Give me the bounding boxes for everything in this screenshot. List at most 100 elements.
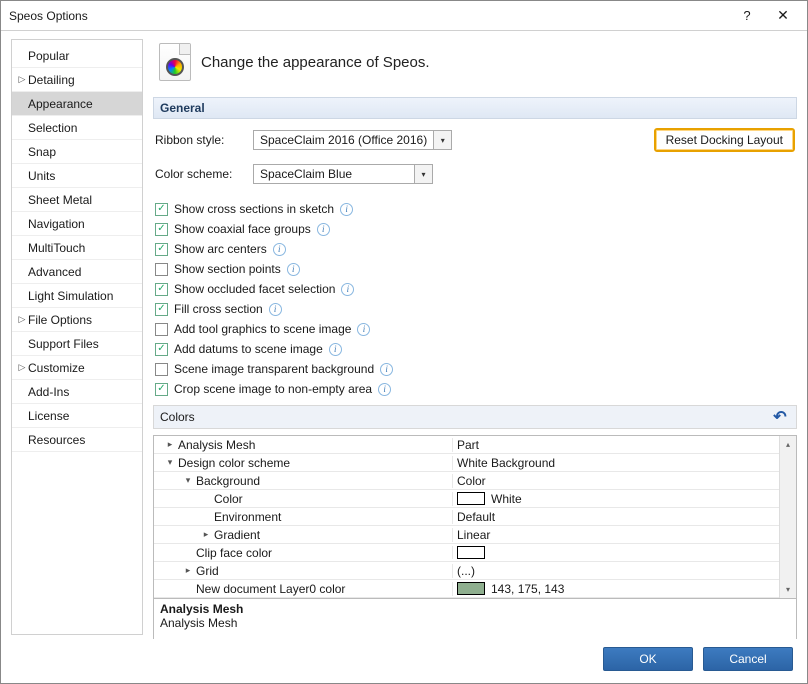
sidebar-item-units[interactable]: Units bbox=[12, 164, 142, 188]
property-row[interactable]: ▸GradientLinear bbox=[154, 526, 779, 544]
expand-down-icon[interactable]: ▾ bbox=[164, 457, 176, 469]
help-button[interactable]: ? bbox=[729, 2, 765, 30]
scroll-down-button[interactable]: ▾ bbox=[780, 581, 796, 598]
property-row[interactable]: Color White bbox=[154, 490, 779, 508]
checkbox[interactable] bbox=[155, 323, 168, 336]
scroll-track[interactable] bbox=[780, 453, 796, 581]
option-row: ✓Show coaxial face groupsi bbox=[153, 219, 797, 239]
checkbox[interactable]: ✓ bbox=[155, 383, 168, 396]
checkbox[interactable]: ✓ bbox=[155, 343, 168, 356]
info-icon[interactable]: i bbox=[341, 283, 354, 296]
ribbon-style-dropdown[interactable]: SpaceClaim 2016 (Office 2016) ▾ bbox=[253, 130, 452, 150]
page-header: Change the appearance of Speos. bbox=[153, 39, 797, 91]
info-icon[interactable]: i bbox=[380, 363, 393, 376]
color-scheme-dropdown-button[interactable]: ▾ bbox=[415, 164, 433, 184]
reset-docking-layout-button[interactable]: Reset Docking Layout bbox=[654, 128, 795, 152]
sidebar-item-light-simulation[interactable]: Light Simulation bbox=[12, 284, 142, 308]
color-scheme-dropdown[interactable]: SpaceClaim Blue ▾ bbox=[253, 164, 433, 184]
chevron-right-icon: ▷ bbox=[18, 74, 26, 85]
sidebar-item-customize[interactable]: ▷Customize bbox=[12, 356, 142, 380]
property-value-text: Linear bbox=[457, 528, 490, 542]
info-icon[interactable]: i bbox=[378, 383, 391, 396]
sidebar: Popular▷DetailingAppearanceSelection Snap… bbox=[11, 39, 143, 635]
checkbox[interactable]: ✓ bbox=[155, 303, 168, 316]
property-row[interactable]: ▾Design color scheme White Background bbox=[154, 454, 779, 472]
property-name: Design color scheme bbox=[178, 456, 290, 470]
close-button[interactable]: ✕ bbox=[765, 2, 801, 30]
cancel-button[interactable]: Cancel bbox=[703, 647, 793, 671]
ribbon-style-dropdown-button[interactable]: ▾ bbox=[434, 130, 452, 150]
property-row[interactable]: ▾BackgroundColor bbox=[154, 472, 779, 490]
info-icon[interactable]: i bbox=[317, 223, 330, 236]
check-icon: ✓ bbox=[157, 284, 165, 294]
sidebar-item-label: Snap bbox=[28, 145, 56, 159]
property-grid-scrollbar[interactable]: ▴ ▾ bbox=[779, 436, 796, 598]
property-value[interactable]: (...) bbox=[452, 564, 779, 578]
option-row: Scene image transparent backgroundi bbox=[153, 359, 797, 379]
sidebar-item-label: File Options bbox=[28, 313, 92, 327]
sidebar-item-resources[interactable]: Resources bbox=[12, 428, 142, 452]
option-row: ✓ Add datums to scene image i bbox=[153, 339, 797, 359]
sidebar-item-selection[interactable]: Selection bbox=[12, 116, 142, 140]
scroll-up-button[interactable]: ▴ bbox=[780, 436, 796, 453]
sidebar-item-label: MultiTouch bbox=[28, 241, 85, 255]
sidebar-item-license[interactable]: License bbox=[12, 404, 142, 428]
expand-right-icon[interactable]: ▸ bbox=[200, 529, 212, 541]
info-icon[interactable]: i bbox=[273, 243, 286, 256]
color-swatch bbox=[457, 492, 485, 505]
sidebar-item-support-files[interactable]: Support Files bbox=[12, 332, 142, 356]
info-icon[interactable]: i bbox=[340, 203, 353, 216]
property-value[interactable] bbox=[452, 546, 779, 559]
expand-down-icon[interactable]: ▾ bbox=[182, 475, 194, 487]
checkbox[interactable]: ✓ bbox=[155, 223, 168, 236]
info-icon[interactable]: i bbox=[269, 303, 282, 316]
revert-colors-button[interactable]: ↶ bbox=[770, 408, 790, 426]
expand-right-icon[interactable]: ▸ bbox=[164, 439, 176, 451]
sidebar-item-file-options[interactable]: ▷File Options bbox=[12, 308, 142, 332]
sidebar-item-popular[interactable]: Popular bbox=[12, 44, 142, 68]
property-value[interactable]: Color bbox=[452, 474, 779, 488]
checkbox[interactable]: ✓ bbox=[155, 203, 168, 216]
info-icon[interactable]: i bbox=[329, 343, 342, 356]
property-description-title: Analysis Mesh bbox=[160, 602, 790, 616]
checkbox-label: Fill cross section bbox=[174, 302, 263, 316]
property-value[interactable]: Linear bbox=[452, 528, 779, 542]
property-value[interactable]: Default bbox=[452, 510, 779, 524]
property-value-text: White bbox=[491, 492, 522, 506]
property-value-text: (...) bbox=[457, 564, 475, 578]
option-row: Add tool graphics to scene imagei bbox=[153, 319, 797, 339]
checkbox[interactable]: ✓ bbox=[155, 243, 168, 256]
property-row[interactable]: New document Layer0 color143, 175, 143 bbox=[154, 580, 779, 598]
info-icon[interactable]: i bbox=[287, 263, 300, 276]
checkbox[interactable] bbox=[155, 263, 168, 276]
sidebar-item-detailing[interactable]: ▷Detailing bbox=[12, 68, 142, 92]
property-value[interactable]: White bbox=[452, 492, 779, 506]
sidebar-item-sheet-metal[interactable]: Sheet Metal bbox=[12, 188, 142, 212]
property-value[interactable]: 143, 175, 143 bbox=[452, 582, 779, 596]
content: Change the appearance of Speos. General … bbox=[153, 39, 797, 635]
property-name: Color bbox=[214, 492, 243, 506]
property-description-body: Analysis Mesh bbox=[160, 616, 790, 630]
info-icon[interactable]: i bbox=[357, 323, 370, 336]
sidebar-item-advanced[interactable]: Advanced bbox=[12, 260, 142, 284]
sidebar-item-multitouch[interactable]: MultiTouch bbox=[12, 236, 142, 260]
sidebar-item-add-ins[interactable]: Add-Ins bbox=[12, 380, 142, 404]
option-row: ✓ Fill cross section i bbox=[153, 299, 797, 319]
checkbox[interactable]: ✓ bbox=[155, 283, 168, 296]
property-row[interactable]: EnvironmentDefault bbox=[154, 508, 779, 526]
checkbox[interactable] bbox=[155, 363, 168, 376]
property-row[interactable]: ▸Grid(...) bbox=[154, 562, 779, 580]
sidebar-item-navigation[interactable]: Navigation bbox=[12, 212, 142, 236]
chevron-down-icon: ▾ bbox=[441, 136, 445, 145]
color-swatch bbox=[457, 546, 485, 559]
property-row[interactable]: Clip face color bbox=[154, 544, 779, 562]
property-value-text: 143, 175, 143 bbox=[491, 582, 564, 596]
checkbox-label: Add datums to scene image bbox=[174, 342, 323, 356]
expand-right-icon[interactable]: ▸ bbox=[182, 565, 194, 577]
property-row[interactable]: ▸Analysis MeshPart bbox=[154, 436, 779, 454]
sidebar-item-appearance[interactable]: Appearance bbox=[12, 92, 142, 116]
property-value[interactable]: White Background bbox=[452, 456, 779, 470]
property-value[interactable]: Part bbox=[452, 438, 779, 452]
ok-button[interactable]: OK bbox=[603, 647, 693, 671]
sidebar-item-snap[interactable]: Snap bbox=[12, 140, 142, 164]
